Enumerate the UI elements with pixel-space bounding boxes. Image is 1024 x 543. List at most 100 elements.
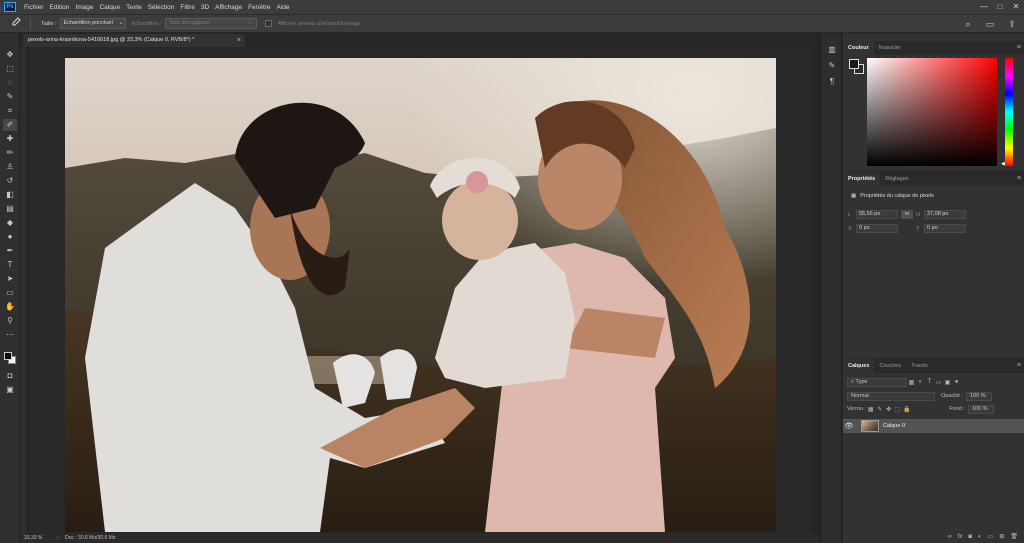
eraser-icon[interactable]: ◧ xyxy=(3,189,17,201)
zoom-icon[interactable]: ⚲ xyxy=(3,315,17,327)
screen-mode-icon[interactable]: ▣ xyxy=(3,384,17,396)
menu-texte[interactable]: Texte xyxy=(123,4,145,11)
dodge-icon[interactable]: ● xyxy=(3,231,17,243)
healing-brush-icon[interactable]: ✚ xyxy=(3,133,17,145)
hand-icon[interactable]: ✋ xyxy=(3,301,17,313)
filter-shape-icon[interactable]: ▭ xyxy=(934,379,943,386)
status-menu-arrow-icon[interactable]: › xyxy=(57,534,59,543)
panel-menu-icon[interactable]: ≡ xyxy=(1017,359,1021,373)
move-icon[interactable]: ✥ xyxy=(3,49,17,61)
hue-slider[interactable] xyxy=(1005,58,1013,166)
layer-filter-select[interactable]: ⌕ Type xyxy=(847,377,907,387)
filter-pixel-icon[interactable]: ▦ xyxy=(907,379,916,386)
add-mask-icon[interactable]: ◙ xyxy=(968,531,972,543)
link-layers-icon[interactable]: ∞ xyxy=(947,531,951,543)
tab-traces[interactable]: Tracés xyxy=(906,359,933,373)
layer-style-icon[interactable]: fx xyxy=(958,531,963,543)
color-picker-field[interactable] xyxy=(867,58,997,166)
lock-all-icon[interactable]: 🔒 xyxy=(902,406,911,413)
minimize-button[interactable]: — xyxy=(976,0,992,14)
foreground-color-swatch[interactable] xyxy=(4,352,12,360)
adjustment-layer-icon[interactable]: ◐ xyxy=(978,531,982,543)
foreground-color-swatch[interactable] xyxy=(849,59,859,69)
type-icon[interactable]: T xyxy=(3,259,17,271)
share-icon[interactable]: ⇪ xyxy=(1006,18,1018,30)
panel-menu-icon[interactable]: ≡ xyxy=(1017,41,1021,55)
lock-pixels-icon[interactable]: ▦ xyxy=(866,406,875,413)
filter-type-icon[interactable]: T xyxy=(925,379,934,385)
layer-filter-value: Type xyxy=(855,378,868,385)
opacity-field[interactable]: 100 % xyxy=(966,391,993,401)
ring-checkbox[interactable] xyxy=(264,20,272,27)
tab-calques[interactable]: Calques xyxy=(843,359,875,373)
tab-couleur[interactable]: Couleur xyxy=(843,41,874,55)
tab-proprietes[interactable]: Propriétés xyxy=(843,172,881,186)
y-field[interactable]: 0 po xyxy=(924,224,966,233)
search-icon[interactable]: ⌕ xyxy=(962,18,974,30)
delete-layer-icon[interactable]: 🗑 xyxy=(1010,531,1018,543)
maximize-button[interactable]: □ xyxy=(992,0,1008,14)
history-panel-icon[interactable]: ▥ xyxy=(826,45,838,55)
pen-icon[interactable]: ✒ xyxy=(3,245,17,257)
width-field[interactable]: 55,56 po xyxy=(856,210,898,219)
sample-select[interactable]: Tous les calques ⌄ xyxy=(164,18,257,29)
layers-panel-tabs: Calques Couches Tracés ≡ xyxy=(843,359,1024,373)
brush-panel-icon[interactable]: ✎ xyxy=(826,61,838,71)
layer-name[interactable]: Calque 0 xyxy=(883,423,905,429)
eyedropper-icon[interactable]: ✐ xyxy=(3,119,17,131)
close-window-button[interactable]: ✕ xyxy=(1008,0,1024,14)
history-brush-icon[interactable]: ↺ xyxy=(3,175,17,187)
more-tools-icon[interactable]: ⋯ xyxy=(3,329,17,341)
filter-smart-object-icon[interactable]: ▣ xyxy=(943,379,952,386)
menu-fenetre[interactable]: Fenêtre xyxy=(245,4,273,11)
quick-select-icon[interactable]: ✎ xyxy=(3,91,17,103)
lasso-icon[interactable]: ◌ xyxy=(3,77,17,89)
link-icon[interactable]: ∞ xyxy=(901,210,913,219)
blend-mode-select[interactable]: Normal xyxy=(847,391,935,401)
fill-field[interactable]: 100 % xyxy=(967,404,994,414)
new-layer-icon[interactable]: ⊞ xyxy=(999,531,1004,543)
brush-icon[interactable]: ✏ xyxy=(3,147,17,159)
menu-selection[interactable]: Sélection xyxy=(145,4,178,11)
size-select[interactable]: Echantillon ponctuel ⌄ xyxy=(59,18,126,29)
menu-3d[interactable]: 3D xyxy=(198,4,212,11)
gradient-icon[interactable]: ▤ xyxy=(3,203,17,215)
filter-adjustment-icon[interactable]: ◐ xyxy=(916,379,925,385)
lock-artboard-icon[interactable]: ⬚ xyxy=(893,406,902,413)
blur-icon[interactable]: ◆ xyxy=(3,217,17,229)
clone-stamp-icon[interactable]: ♙ xyxy=(3,161,17,173)
paragraph-panel-icon[interactable]: ¶ xyxy=(826,77,838,87)
menu-calque[interactable]: Calque xyxy=(96,4,123,11)
height-field[interactable]: 37,08 po xyxy=(924,210,966,219)
tab-couches[interactable]: Couches xyxy=(874,359,906,373)
crop-icon[interactable]: ⌗ xyxy=(3,105,17,117)
workspace-icon[interactable]: ▭ xyxy=(984,18,996,30)
close-icon[interactable]: × xyxy=(237,34,241,47)
menu-fichier[interactable]: Fichier xyxy=(21,4,47,11)
eyedropper-icon[interactable] xyxy=(6,16,26,31)
path-select-icon[interactable]: ➤ xyxy=(3,273,17,285)
panel-menu-icon[interactable]: ≡ xyxy=(1017,172,1021,186)
lock-paint-icon[interactable]: ✎ xyxy=(875,406,884,413)
x-field[interactable]: 0 po xyxy=(856,224,898,233)
properties-subtitle-text: Propriétés du calque de pixels xyxy=(860,193,934,199)
menu-aide[interactable]: Aide xyxy=(274,4,293,11)
quick-mask-icon[interactable]: ◘ xyxy=(3,370,17,382)
menu-image[interactable]: Image xyxy=(72,4,96,11)
new-group-icon[interactable]: ▭ xyxy=(988,531,994,543)
menu-affichage[interactable]: Affichage xyxy=(212,4,245,11)
layer-row[interactable]: 👁 Calque 0 xyxy=(843,419,1024,433)
zoom-level[interactable]: 33,33 % xyxy=(24,534,42,543)
document-tab[interactable]: pexels-arina-krasnikova-5416618.jpg @ 33… xyxy=(23,34,245,47)
tab-nuancier[interactable]: Nuancier xyxy=(874,41,906,55)
filter-toggle-icon[interactable]: ● xyxy=(952,379,961,385)
marquee-icon[interactable]: ⬚ xyxy=(3,63,17,75)
lock-position-icon[interactable]: ✥ xyxy=(884,406,893,413)
rectangle-icon[interactable]: ▭ xyxy=(3,287,17,299)
visibility-eye-icon[interactable]: 👁 xyxy=(843,422,855,430)
menu-filtre[interactable]: Filtre xyxy=(177,4,197,11)
menu-edition[interactable]: Edition xyxy=(47,4,73,11)
tab-reglages[interactable]: Réglages xyxy=(880,172,913,186)
vertical-scrollbar[interactable] xyxy=(812,47,820,534)
document-canvas-image[interactable] xyxy=(65,58,776,532)
